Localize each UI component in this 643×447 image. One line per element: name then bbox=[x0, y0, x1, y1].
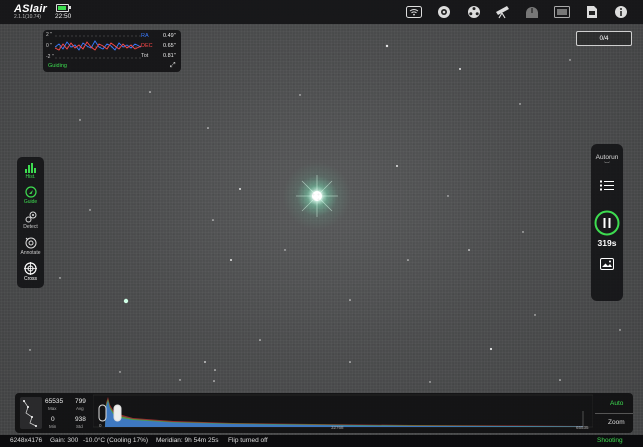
pause-icon bbox=[594, 210, 620, 236]
white-point-handle[interactable] bbox=[113, 404, 122, 422]
app-version: 2.1.1(10.74) bbox=[14, 14, 41, 20]
exposure-countdown: 319s bbox=[597, 238, 617, 248]
status-meridian: Meridian: 9h 54m 25s bbox=[156, 437, 219, 444]
tot-label: Tot bbox=[141, 53, 149, 59]
clock: 22:50 bbox=[55, 13, 72, 20]
histogram-panel: 65535 Max 799 Avg 0 Min 938 Std 0 32768 … bbox=[15, 393, 633, 433]
tool-annotate[interactable]: Annotate bbox=[17, 237, 44, 256]
list-icon[interactable] bbox=[600, 178, 614, 196]
hist-max-label: Max bbox=[48, 406, 57, 411]
histogram-plot[interactable]: 0 32768 65535 bbox=[93, 393, 593, 431]
status-bar: 6248x4176 Gain: 300 -10.0°C (Cooling 17%… bbox=[0, 435, 643, 447]
guide-graph bbox=[55, 35, 141, 59]
tool-histogram[interactable]: Hist. bbox=[17, 161, 44, 180]
ra-label: RA bbox=[141, 33, 149, 39]
status-shooting: Shooting bbox=[597, 437, 623, 444]
tool-guide[interactable]: Guide bbox=[17, 186, 44, 205]
hist-scale-right: 65535 bbox=[576, 425, 589, 430]
filter-wheel-icon[interactable] bbox=[464, 3, 484, 21]
auto-stretch-button[interactable]: Auto bbox=[610, 400, 623, 407]
tool-cross-label: Cross bbox=[23, 276, 38, 282]
detect-icon bbox=[17, 211, 44, 223]
guide-tick-top: 2 " bbox=[46, 32, 52, 38]
hist-avg-label: Avg bbox=[76, 406, 84, 411]
hist-max-value: 65535 bbox=[45, 398, 64, 405]
sd-card-icon[interactable] bbox=[582, 3, 602, 21]
top-bar: ASIair 2.1.1(10.74) 22:50 bbox=[0, 0, 643, 24]
tool-histogram-label: Hist. bbox=[25, 174, 36, 180]
ra-value: 0.49" bbox=[163, 33, 176, 39]
hist-std-value: 938 bbox=[75, 416, 86, 423]
guide-icon bbox=[17, 186, 44, 198]
image-storage-icon[interactable] bbox=[552, 3, 572, 21]
pause-button[interactable] bbox=[594, 210, 620, 241]
tool-cross[interactable]: Cross bbox=[17, 262, 44, 282]
status-temperature: -10.0°C (Cooling 17%) bbox=[83, 437, 149, 444]
black-point-handle[interactable] bbox=[98, 404, 107, 422]
hist-min-value: 0 bbox=[51, 416, 55, 423]
hist-scale-mid: 32768 bbox=[331, 425, 344, 430]
tool-guide-label: Guide bbox=[23, 199, 38, 205]
left-toolbar: Hist. Guide Detect Annotate Cross bbox=[17, 157, 44, 288]
observatory-icon[interactable] bbox=[522, 3, 542, 21]
hist-scale-left: 0 bbox=[99, 423, 102, 428]
battery-icon bbox=[56, 4, 69, 12]
status-gain: Gain: 300 bbox=[50, 437, 79, 444]
dec-value: 0.65" bbox=[163, 43, 176, 49]
right-control-panel: Autorun ︶ 319s bbox=[591, 144, 623, 301]
status-resolution: 6248x4176 bbox=[10, 437, 43, 444]
frame-counter[interactable]: 0/4 bbox=[576, 31, 632, 46]
tool-detect-label: Detect bbox=[23, 224, 38, 230]
guide-tick-mid: 0 " bbox=[46, 43, 52, 49]
telescope-icon[interactable] bbox=[493, 3, 513, 21]
tool-detect[interactable]: Detect bbox=[17, 211, 44, 230]
image-icon[interactable] bbox=[600, 257, 614, 275]
expand-icon[interactable]: ⤢ bbox=[170, 62, 176, 70]
guide-tick-bottom: -2 " bbox=[46, 54, 54, 60]
camera-icon[interactable] bbox=[434, 3, 454, 21]
histogram-curve-blue bbox=[105, 401, 583, 427]
chevron-down-icon[interactable]: ︶ bbox=[591, 160, 623, 169]
tot-value: 0.81" bbox=[163, 53, 176, 59]
dec-label: DEC bbox=[141, 43, 153, 49]
status-flip: Flip turned off bbox=[228, 437, 268, 444]
hist-std-label: Std bbox=[76, 424, 83, 429]
hist-min-label: Min bbox=[49, 424, 57, 429]
guide-graph-panel[interactable]: 2 " 0 " -2 " RA 0.49" DEC 0.65" Tot 0.81… bbox=[43, 30, 181, 72]
preview-thumbnail[interactable] bbox=[20, 397, 42, 429]
wifi-icon[interactable] bbox=[404, 3, 424, 21]
info-icon[interactable] bbox=[611, 3, 631, 21]
crosshair-icon bbox=[17, 262, 44, 275]
guiding-status: Guiding bbox=[48, 63, 67, 69]
hist-avg-value: 799 bbox=[75, 398, 86, 405]
tool-annotate-label: Annotate bbox=[20, 250, 41, 256]
annotate-icon bbox=[17, 237, 44, 249]
zoom-button[interactable]: Zoom bbox=[608, 419, 625, 426]
histogram-icon bbox=[17, 161, 44, 173]
